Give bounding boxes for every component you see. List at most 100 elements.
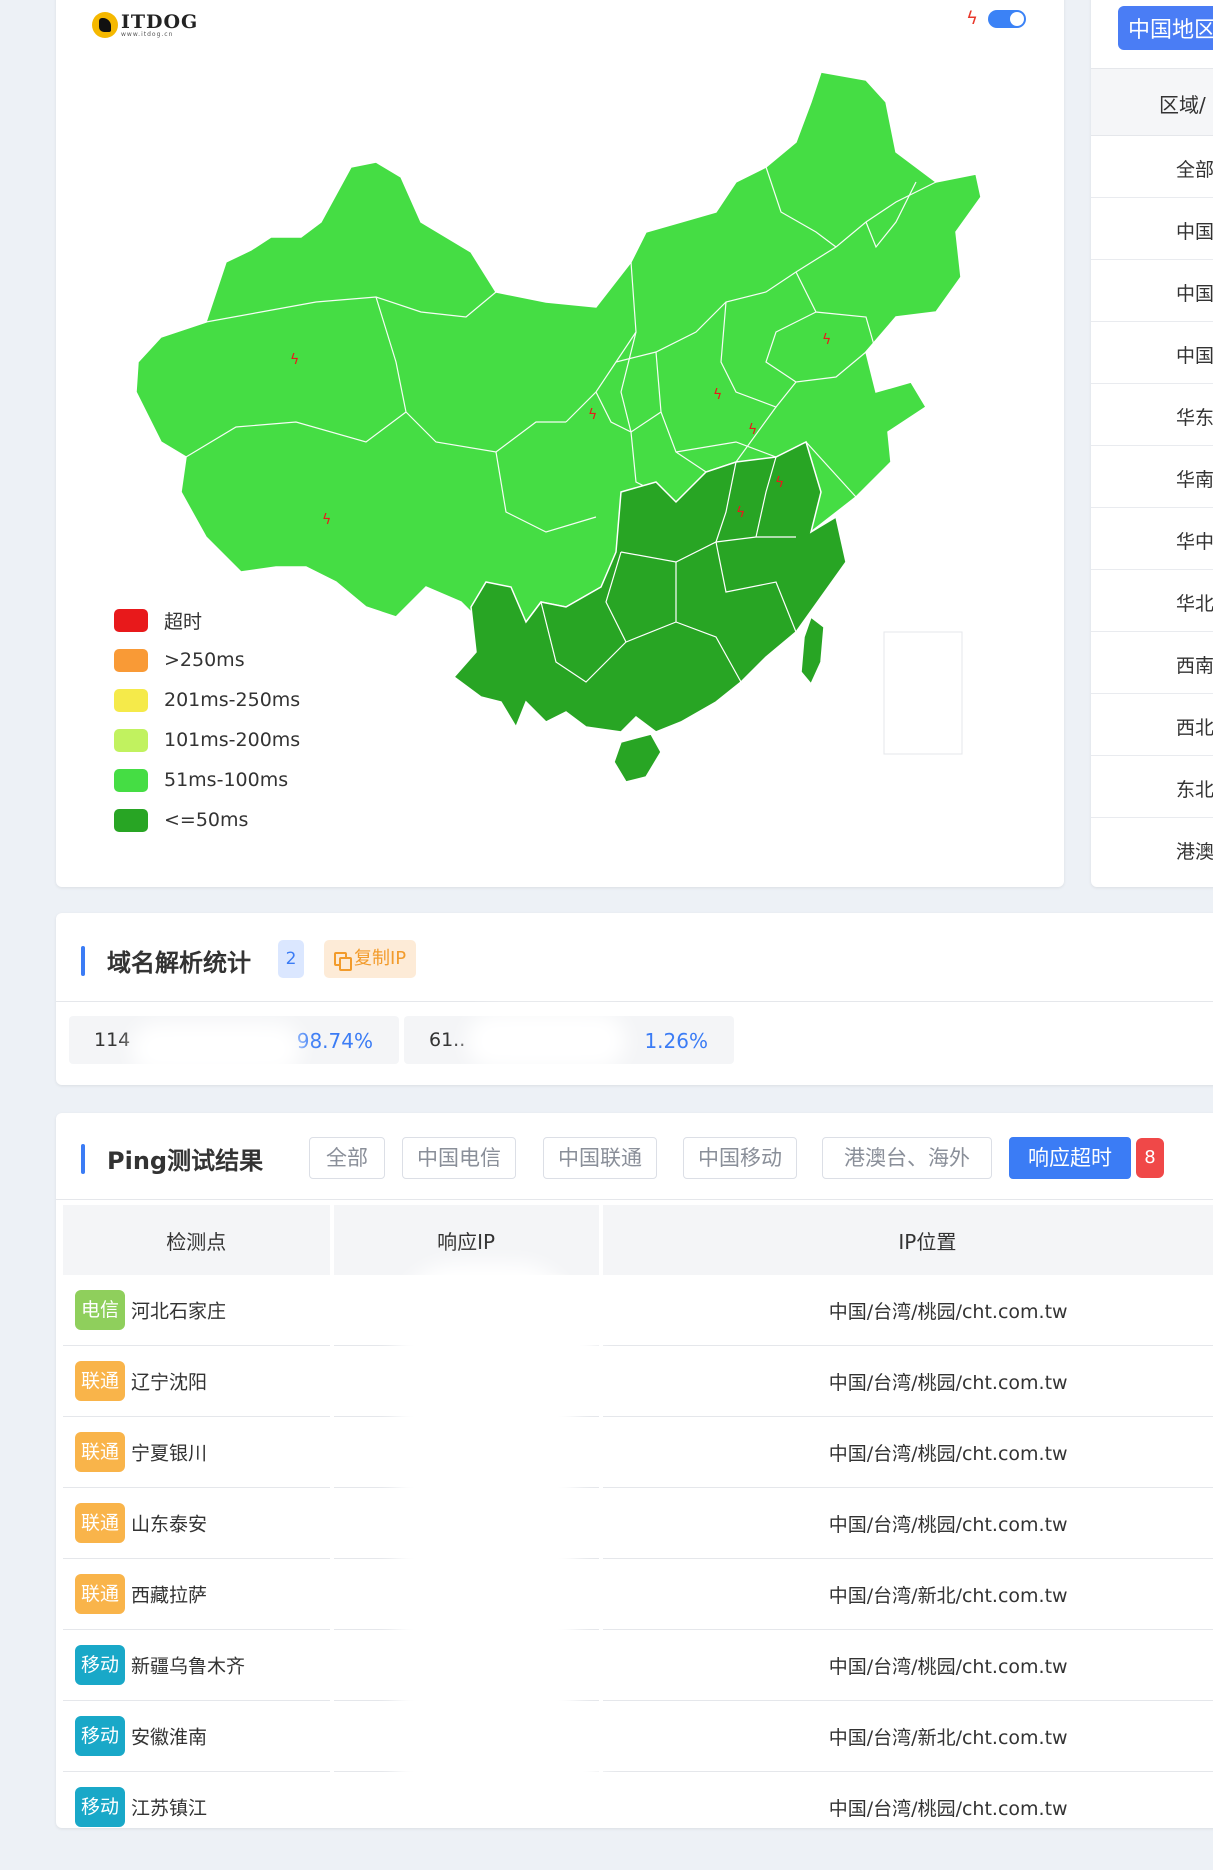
marker-bolt-icon: ϟ [736,505,745,521]
table-row[interactable]: 移动 江苏镇江 中国/台湾/桃园/cht.com.tw [63,1772,1213,1828]
marker-bolt-icon: ϟ [713,387,722,403]
region-row-label: 中国 [1176,283,1213,305]
ip-location: 中国/台湾/桃园/cht.com.tw [602,1488,1213,1559]
table-row[interactable]: 联通 辽宁沈阳 中国/台湾/桃园/cht.com.tw [63,1346,1213,1417]
table-row[interactable]: 联通 山东泰安 中国/台湾/桃园/cht.com.tw [63,1488,1213,1559]
region-row-label: 华南 [1176,469,1213,491]
isp-badge-unicom: 联通 [75,1574,126,1614]
latency-legend: 超时 >250ms 201ms-250ms 101ms-200ms 51ms-1… [114,600,300,840]
region-row[interactable]: 华北 [1091,569,1213,632]
legend-item: 51ms-100ms [114,760,300,800]
table-row[interactable]: 移动 安徽淮南 中国/台湾/新北/cht.com.tw [63,1701,1213,1772]
title-accent-bar [81,1143,85,1174]
tab-china-unicom[interactable]: 中国联通 [543,1137,657,1179]
map-card: ITDOG www.itdog.cn ϟ ϟ ϟ ϟ ϟ ϟ ϟ ϟ ϟ 超时 … [56,0,1064,887]
column-header-node[interactable]: 检测点 [63,1205,330,1275]
region-row[interactable]: 华东 [1091,383,1213,446]
tab-hk-mo-tw-overseas[interactable]: 港澳台、海外 [822,1137,992,1179]
region-row[interactable]: 西北 [1091,693,1213,756]
region-row[interactable]: 港澳 [1091,817,1213,879]
marker-bolt-icon: ϟ [775,475,784,491]
legend-swatch [114,768,148,792]
region-row[interactable]: 全部 [1091,135,1213,198]
region-row-label: 华东 [1176,407,1213,429]
legend-swatch [114,728,148,752]
legend-swatch [114,688,148,712]
copy-ip-label: 复制IP [354,948,407,969]
redaction-blur [131,1023,301,1075]
map-region-north-west[interactable] [135,71,982,628]
region-row-label: 西南 [1176,655,1213,677]
region-row-label: 港澳 [1176,841,1213,863]
ping-section-title: Ping测试结果 [81,1141,263,1176]
node-name: 安徽淮南 [131,1726,208,1749]
region-row[interactable]: 东北 [1091,755,1213,818]
ip-location: 中国/台湾/桃园/cht.com.tw [603,1772,1213,1828]
redaction-blur [466,1013,626,1069]
region-row-label: 华北 [1176,593,1213,615]
node-name: 河北石家庄 [131,1300,227,1323]
ip-location: 中国/台湾/桃园/cht.com.tw [602,1417,1213,1488]
table-row[interactable]: 移动 新疆乌鲁木齐 中国/台湾/桃园/cht.com.tw [63,1630,1213,1701]
resolved-ip: 61.. [429,1029,466,1051]
legend-label: 101ms-200ms [164,729,301,751]
region-row[interactable]: 中国 [1091,197,1213,260]
region-row[interactable]: 中国 [1091,259,1213,322]
legend-item: >250ms [114,640,300,680]
ping-results-table: 检测点 响应IP IP位置 电信 河北石家庄 中国/台湾/桃园/cht.com.t… [59,1205,1213,1828]
legend-item: <=50ms [114,800,300,840]
isp-badge-mobile: 移动 [75,1787,126,1827]
ip-location: 中国/台湾/桃园/cht.com.tw [602,1275,1213,1346]
region-row-label: 华中 [1176,531,1213,553]
ip-location: 中国/台湾/桃园/cht.com.tw [602,1630,1213,1701]
region-row[interactable]: 西南 [1091,631,1213,694]
region-row-label: 西北 [1176,717,1213,739]
ping-results-card: Ping测试结果 全部 中国电信 中国联通 中国移动 港澳台、海外 响应超时 8… [56,1113,1213,1828]
resolved-ip-percent: 1.26% [644,1029,708,1053]
copy-icon [334,951,352,971]
legend-swatch [114,648,148,672]
resolved-ip: 114 [94,1029,131,1051]
region-china-button[interactable]: 中国地区 [1118,6,1213,50]
dns-title: 域名解析统计 [107,949,251,977]
marker-bolt-icon: ϟ [748,422,757,438]
region-row[interactable]: 中国 [1091,321,1213,384]
legend-swatch [114,608,148,632]
timeout-count-badge: 8 [1136,1138,1164,1178]
marker-bolt-icon: ϟ [822,332,831,348]
resolved-ip-percent: 98.74% [296,1029,373,1053]
map-region-taiwan[interactable] [800,615,825,686]
region-column-header: 区域/ [1159,93,1206,117]
tab-china-telecom[interactable]: 中国电信 [402,1137,516,1179]
region-row[interactable]: 华南 [1091,445,1213,508]
tab-china-mobile[interactable]: 中国移动 [683,1137,797,1179]
isp-badge-unicom: 联通 [75,1503,126,1543]
itdog-logo[interactable]: ITDOG www.itdog.cn [92,12,198,38]
table-row[interactable]: 联通 宁夏银川 中国/台湾/桃园/cht.com.tw [63,1417,1213,1488]
legend-item: 101ms-200ms [114,720,300,760]
legend-item: 201ms-250ms [114,680,300,720]
tab-all[interactable]: 全部 [309,1137,385,1179]
ip-location: 中国/台湾/新北/cht.com.tw [602,1701,1213,1772]
legend-label: 201ms-250ms [164,689,301,711]
legend-swatch [114,808,148,832]
marker-bolt-icon: ϟ [290,352,299,368]
column-header-location[interactable]: IP位置 [602,1205,1213,1275]
lightning-icon: ϟ [966,8,978,29]
tab-timeout[interactable]: 响应超时 [1009,1137,1131,1179]
node-name: 宁夏银川 [131,1442,208,1465]
region-row[interactable]: 华中 [1091,507,1213,570]
ip-count-badge: 2 [278,940,304,978]
table-row[interactable]: 电信 河北石家庄 中国/台湾/桃园/cht.com.tw [63,1275,1213,1346]
isp-badge-mobile: 移动 [75,1716,126,1756]
lightning-toggle[interactable] [988,9,1026,28]
region-row-label: 中国 [1176,345,1213,367]
legend-label: 超时 [164,610,203,633]
legend-label: 51ms-100ms [164,769,289,791]
table-row[interactable]: 联通 西藏拉萨 中国/台湾/新北/cht.com.tw [63,1559,1213,1630]
isp-badge-mobile: 移动 [75,1645,126,1685]
map-region-hainan[interactable] [613,733,662,783]
redaction-blur [511,1713,601,1813]
copy-ip-button[interactable]: 复制IP [324,940,417,978]
region-table-header: 区域/ [1091,68,1213,136]
